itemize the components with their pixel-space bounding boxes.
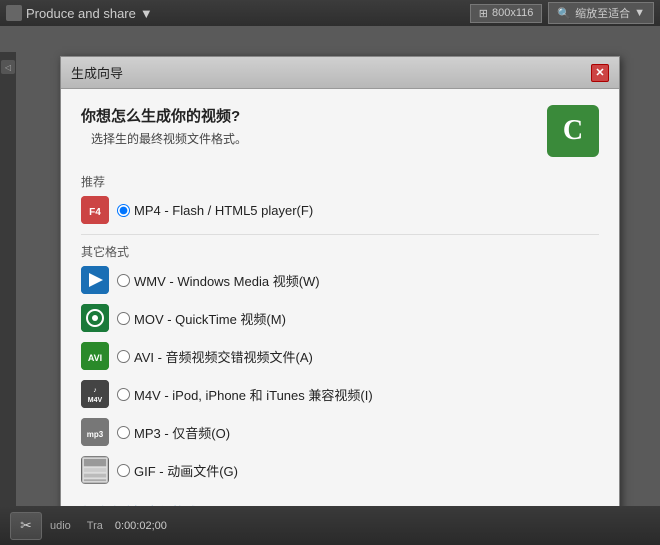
wmv-icon: [81, 266, 109, 294]
bottom-labels: udio Tra: [50, 520, 103, 532]
dialog-body: 你想怎么生成你的视频? 选择生的最终视频文件格式。 C 推荐 F4: [61, 89, 619, 537]
track-label: Tra: [87, 520, 103, 532]
resolution-icon: ⊞: [479, 7, 488, 20]
mp3-radio-label[interactable]: MP3 - 仅音频(O): [117, 423, 230, 442]
app-icon: [6, 5, 22, 21]
mov-radio-label[interactable]: MOV - QuickTime 视频(M): [117, 309, 286, 328]
audio-label: udio: [50, 520, 71, 532]
format-option-m4v[interactable]: ♪ M4V M4V - iPod, iPhone 和 iTunes 兼容视频(I…: [81, 380, 599, 408]
mp4-radio-label[interactable]: MP4 - Flash / HTML5 player(F): [117, 203, 313, 218]
m4v-label: M4V - iPod, iPhone 和 iTunes 兼容视频(I): [134, 385, 373, 404]
cut-icon: ✂: [20, 517, 32, 534]
format-option-mp4[interactable]: F4 MP4 - Flash / HTML5 player(F): [81, 196, 599, 224]
avi-icon: AVI: [81, 342, 109, 370]
wmv-radio-label[interactable]: WMV - Windows Media 视频(W): [117, 271, 320, 290]
dialog-subtitle: 选择生的最终视频文件格式。: [81, 130, 247, 147]
format-option-wmv[interactable]: WMV - Windows Media 视频(W): [81, 266, 599, 294]
mp4-radio[interactable]: [117, 204, 130, 217]
mov-icon: [81, 304, 109, 332]
dropdown-arrow: ▼: [140, 6, 153, 21]
mov-radio[interactable]: [117, 312, 130, 325]
mp4-label: MP4 - Flash / HTML5 player(F): [134, 203, 313, 218]
format-option-mp3[interactable]: mp3 MP3 - 仅音频(O): [81, 418, 599, 446]
zoom-control[interactable]: 🔍 缩放至适合 ▼: [548, 2, 654, 24]
m4v-icon: ♪ M4V: [81, 380, 109, 408]
format-option-avi[interactable]: AVI AVI - 音频视频交错视频文件(A): [81, 342, 599, 370]
svg-text:AVI: AVI: [88, 353, 102, 363]
camtasia-logo: C: [547, 105, 599, 157]
dialog-close-button[interactable]: ✕: [591, 64, 609, 82]
avi-radio[interactable]: [117, 350, 130, 363]
main-content: ◁ 生成向导 ✕ 你想怎么生成你的视频? 选择生的最终视频文件格式。 C: [0, 26, 660, 506]
dialog-header: 你想怎么生成你的视频? 选择生的最终视频文件格式。 C: [81, 105, 599, 157]
top-bar-right: ⊞ 800x116 🔍 缩放至适合 ▼: [470, 2, 654, 24]
other-formats-label: 其它格式: [81, 243, 599, 260]
format-option-gif[interactable]: GIF - 动画文件(G): [81, 456, 599, 484]
zoom-arrow: ▼: [634, 7, 645, 19]
avi-radio-label[interactable]: AVI - 音频视频交错视频文件(A): [117, 347, 313, 366]
gif-label: GIF - 动画文件(G): [134, 461, 238, 480]
logo-letter: C: [563, 115, 583, 147]
dialog-title: 生成向导: [71, 63, 123, 82]
zoom-icon: 🔍: [557, 7, 571, 20]
wmv-radio[interactable]: [117, 274, 130, 287]
bottom-toolbar: ✂ udio Tra 0:00:02;00: [0, 506, 660, 545]
svg-text:♪: ♪: [93, 387, 97, 394]
produce-share-menu[interactable]: Produce and share ▼: [6, 5, 153, 21]
dialog-heading: 你想怎么生成你的视频?: [81, 105, 247, 126]
mov-label: MOV - QuickTime 视频(M): [134, 309, 286, 328]
recommended-label: 推荐: [81, 173, 599, 190]
cut-button[interactable]: ✂: [10, 512, 42, 540]
gif-radio-label[interactable]: GIF - 动画文件(G): [117, 461, 238, 480]
svg-text:F4: F4: [89, 207, 101, 218]
mp3-label: MP3 - 仅音频(O): [134, 423, 230, 442]
close-icon: ✕: [595, 66, 604, 79]
left-panel-item: ◁: [1, 60, 15, 74]
gif-icon: [81, 456, 109, 484]
m4v-radio-label[interactable]: M4V - iPod, iPhone 和 iTunes 兼容视频(I): [117, 385, 373, 404]
m4v-radio[interactable]: [117, 388, 130, 401]
resolution-display: ⊞ 800x116: [470, 4, 543, 23]
dialog-title-bar: 生成向导 ✕: [61, 57, 619, 89]
avi-label: AVI - 音频视频交错视频文件(A): [134, 347, 313, 366]
left-panel: ◁: [0, 52, 16, 532]
gif-radio[interactable]: [117, 464, 130, 477]
mp4-icon: F4: [81, 196, 109, 224]
format-option-mov[interactable]: MOV - QuickTime 视频(M): [81, 304, 599, 332]
svg-text:M4V: M4V: [88, 397, 103, 404]
mp3-radio[interactable]: [117, 426, 130, 439]
svg-text:mp3: mp3: [87, 430, 104, 439]
dialog-header-text: 你想怎么生成你的视频? 选择生的最终视频文件格式。: [81, 105, 247, 147]
resolution-value: 800x116: [492, 7, 533, 19]
top-toolbar: Produce and share ▼ ⊞ 800x116 🔍 缩放至适合 ▼: [0, 0, 660, 26]
section-divider: [81, 234, 599, 235]
mp3-icon: mp3: [81, 418, 109, 446]
produce-share-label: Produce and share: [26, 6, 136, 21]
time-display: 0:00:02;00: [115, 520, 167, 532]
zoom-label: 缩放至适合: [575, 5, 630, 21]
generate-wizard-dialog: 生成向导 ✕ 你想怎么生成你的视频? 选择生的最终视频文件格式。 C 推荐: [60, 56, 620, 538]
wmv-label: WMV - Windows Media 视频(W): [134, 271, 320, 290]
